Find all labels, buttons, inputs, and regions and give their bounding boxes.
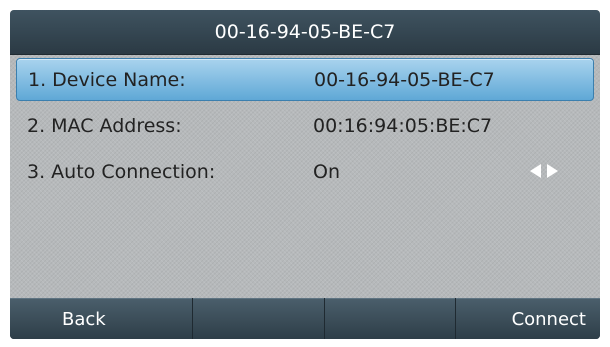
arrow-right-icon[interactable] [547, 164, 558, 178]
auto-connection-label: 3. Auto Connection: [27, 161, 216, 183]
phone-screen: 00-16-94-05-BE-C7 1. Device Name: 00-16-… [10, 10, 600, 339]
softkey-bar: Back Connect [10, 298, 600, 339]
mac-address-value: 00:16:94:05:BE:C7 [313, 115, 493, 137]
mac-address-label: 2. MAC Address: [27, 115, 182, 137]
arrow-left-icon[interactable] [530, 164, 541, 178]
connect-softkey[interactable]: Connect [455, 298, 600, 339]
mac-address-row[interactable]: 2. MAC Address: 00:16:94:05:BE:C7 [10, 103, 600, 149]
softkey-3[interactable] [324, 298, 455, 339]
auto-connection-row[interactable]: 3. Auto Connection: On [10, 149, 600, 195]
settings-list: 1. Device Name: 00-16-94-05-BE-C7 2. MAC… [10, 54, 600, 195]
auto-connection-value: On [313, 161, 340, 183]
option-switcher[interactable] [530, 164, 558, 178]
back-softkey[interactable]: Back [10, 298, 193, 339]
device-name-row[interactable]: 1. Device Name: 00-16-94-05-BE-C7 [16, 58, 594, 101]
screen-title: 00-16-94-05-BE-C7 [10, 10, 600, 55]
device-name-label: 1. Device Name: [28, 68, 186, 91]
device-name-value[interactable]: 00-16-94-05-BE-C7 [314, 69, 495, 91]
softkey-2[interactable] [193, 298, 324, 339]
